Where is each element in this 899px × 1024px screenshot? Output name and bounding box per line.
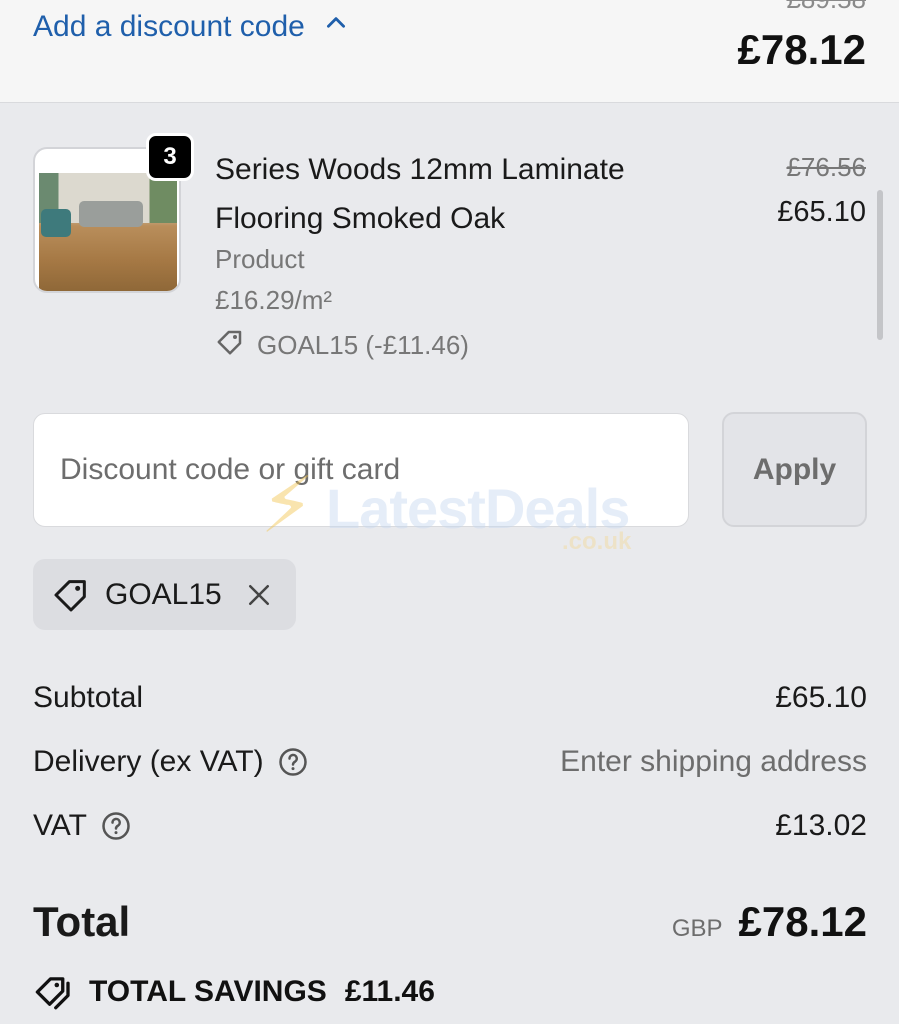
total-row: Total GBP £78.12 bbox=[33, 898, 867, 946]
help-icon[interactable] bbox=[101, 811, 131, 841]
applied-code-label: GOAL15 bbox=[105, 577, 222, 611]
discount-code-input[interactable] bbox=[33, 413, 689, 527]
total-value: £78.12 bbox=[738, 898, 867, 945]
tags-icon bbox=[33, 971, 75, 1013]
product-discount-text: GOAL15 (-£11.46) bbox=[257, 330, 469, 360]
tag-icon bbox=[215, 327, 245, 364]
product-original-price: £76.56 bbox=[786, 152, 866, 182]
tag-icon bbox=[51, 575, 91, 615]
delivery-row: Delivery (ex VAT) Enter shipping address bbox=[33, 745, 867, 779]
product-title: Series Woods 12mm Laminate Flooring Smok… bbox=[215, 153, 625, 235]
subtotal-row: Subtotal £65.10 bbox=[33, 681, 867, 715]
product-unit-price: £16.29/m² bbox=[215, 285, 333, 315]
vat-label: VAT bbox=[33, 809, 87, 842]
apply-button[interactable]: Apply bbox=[722, 412, 867, 527]
total-savings: TOTAL SAVINGS £11.46 bbox=[33, 971, 435, 1013]
header-original-total: £89.58 bbox=[786, 0, 866, 15]
help-icon[interactable] bbox=[278, 747, 308, 777]
delivery-label: Delivery (ex VAT) bbox=[33, 745, 264, 778]
discount-toggle-label[interactable]: Add a discount code bbox=[33, 10, 305, 44]
subtotal-value: £65.10 bbox=[775, 681, 867, 714]
chevron-up-icon[interactable] bbox=[323, 10, 349, 44]
subtotal-label: Subtotal bbox=[33, 681, 144, 714]
close-icon[interactable] bbox=[244, 580, 274, 610]
watermark-domain: .co.uk bbox=[562, 528, 632, 555]
product-discount-line: GOAL15 (-£11.46) bbox=[215, 327, 469, 364]
delivery-label-group: Delivery (ex VAT) bbox=[33, 745, 308, 779]
product-type: Product bbox=[215, 244, 305, 274]
vat-value: £13.02 bbox=[775, 809, 867, 842]
product-price: £65.10 bbox=[777, 196, 866, 228]
product-image bbox=[39, 173, 177, 291]
vat-label-group: VAT bbox=[33, 809, 131, 843]
order-summary-header: Add a discount code £89.58 £78.12 bbox=[0, 0, 899, 103]
scrollbar[interactable] bbox=[877, 190, 883, 340]
header-total: £78.12 bbox=[737, 26, 866, 73]
savings-label: TOTAL SAVINGS bbox=[89, 975, 327, 1008]
vat-row: VAT £13.02 bbox=[33, 809, 867, 843]
total-value-group: GBP £78.12 bbox=[672, 898, 867, 946]
quantity-badge: 3 bbox=[146, 133, 194, 181]
applied-discount-chip: GOAL15 bbox=[33, 559, 296, 630]
savings-value: £11.46 bbox=[344, 975, 435, 1008]
discount-code-toggle[interactable]: Add a discount code bbox=[33, 10, 349, 44]
total-currency: GBP bbox=[671, 915, 723, 942]
total-label: Total bbox=[33, 898, 131, 945]
delivery-value: Enter shipping address bbox=[560, 745, 867, 778]
